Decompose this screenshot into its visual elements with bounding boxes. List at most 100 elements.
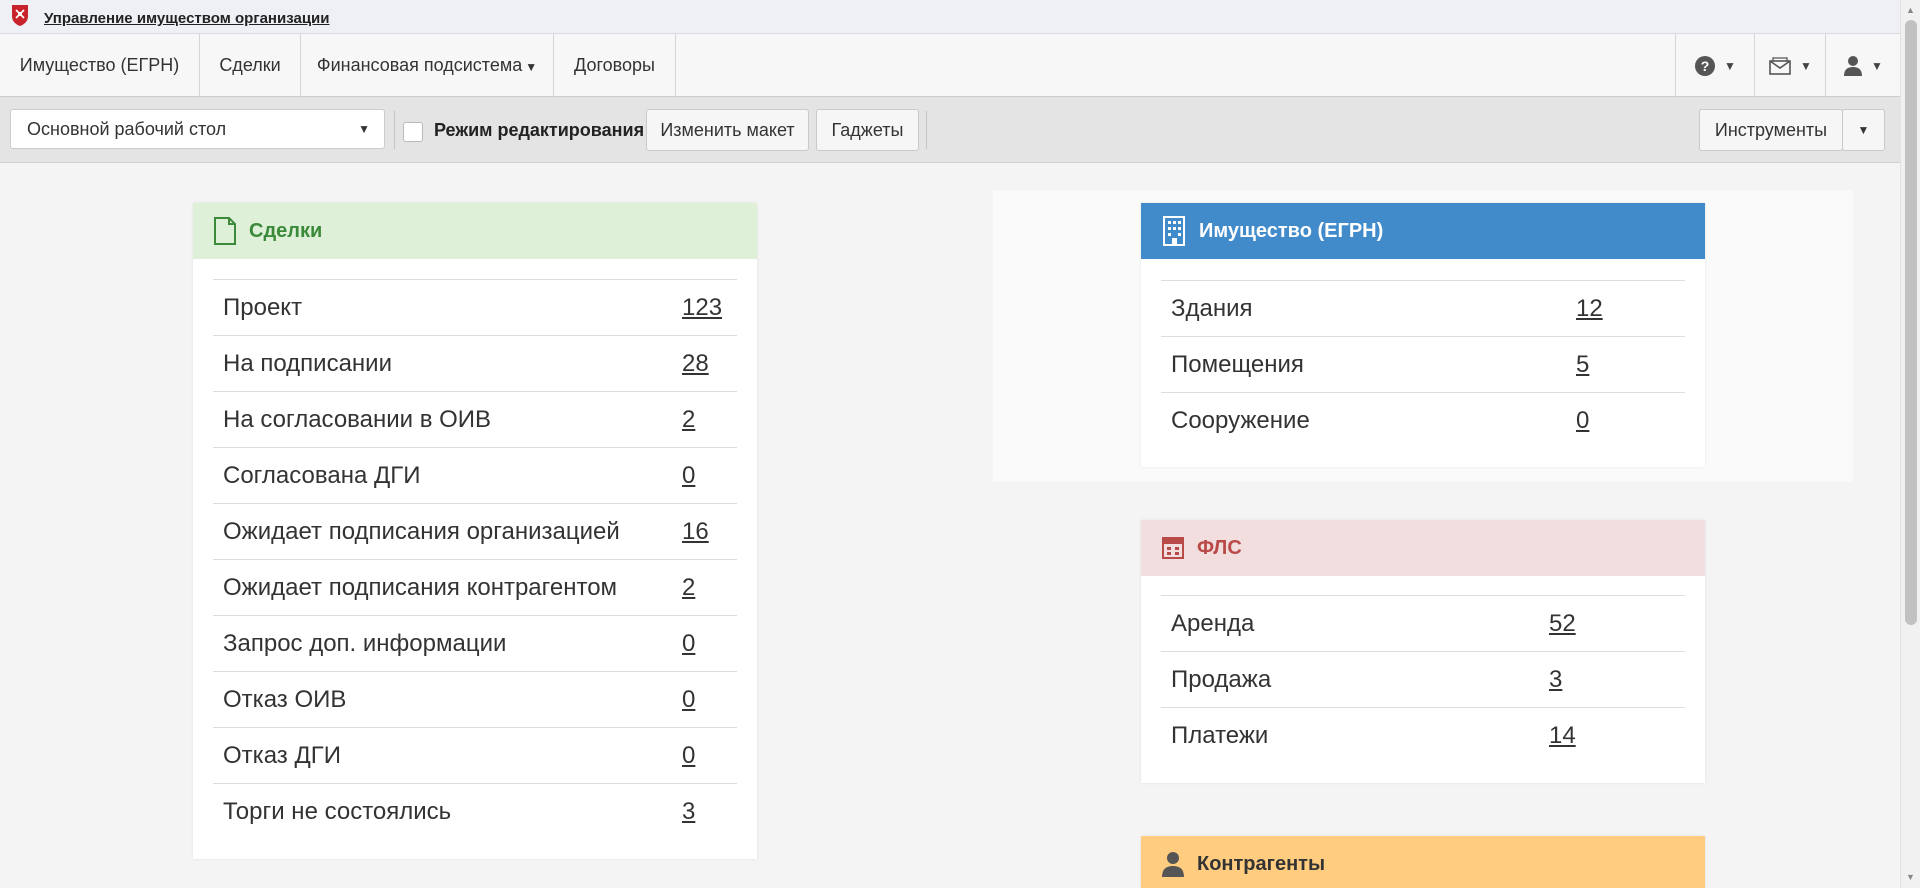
list-item-count-link[interactable]: 52 (1549, 610, 1576, 638)
list-item-label: Аренда (1171, 610, 1255, 637)
desktop-select[interactable]: Основной рабочий стол ▼ (10, 109, 385, 149)
list-item: Проект 123 (213, 279, 737, 335)
fls-gadget: ФЛС Аренда 52 Продажа 3 Платежи 14 (1141, 520, 1705, 783)
list-item-count-link[interactable]: 2 (682, 574, 695, 602)
list-item-count-link[interactable]: 14 (1549, 722, 1576, 750)
deals-gadget-header: Сделки (193, 203, 757, 259)
caret-down-icon: ▼ (1871, 58, 1883, 73)
document-icon (214, 217, 236, 245)
list-item-label: Торги не состоялись (223, 798, 452, 825)
list-item-count-link[interactable]: 3 (1549, 666, 1562, 694)
list-item: Согласована ДГИ 0 (213, 447, 737, 503)
help-menu-button[interactable]: ? ▼ (1675, 34, 1754, 97)
desktop-select-value: Основной рабочий стол (27, 119, 227, 139)
nav-item-label: Имущество (ЕГРН) (19, 55, 180, 75)
list-item: Торги не состоялись 3 (213, 783, 737, 839)
list-item-label: На подписании (223, 350, 392, 377)
tools-button[interactable]: Инструменты (1699, 109, 1843, 151)
fls-gadget-header: ФЛС (1141, 520, 1705, 576)
svg-text:?: ? (1701, 58, 1710, 74)
app-title-link[interactable]: Управление имуществом организации (44, 10, 329, 27)
caret-down-icon: ▼ (1724, 58, 1736, 73)
property-gadget: Имущество (ЕГРН) Здания 12 Помещения 5 Соору… (1141, 203, 1705, 467)
nav-item-deals[interactable]: Сделки (200, 34, 301, 97)
nav-item-contracts[interactable]: Договоры (554, 34, 676, 97)
fls-list: Аренда 52 Продажа 3 Платежи 14 (1161, 595, 1685, 763)
list-item-label: Помещения (1171, 351, 1304, 378)
caret-down-icon: ▼ (525, 60, 538, 74)
nav-item-label: Сделки (219, 55, 281, 75)
list-item-label: Проект (223, 294, 303, 321)
list-item-label: Ожидает подписания организацией (223, 518, 620, 545)
caret-down-icon: ▼ (1857, 123, 1870, 137)
deals-gadget-title: Сделки (249, 219, 323, 242)
nav-item-property[interactable]: Имущество (ЕГРН) (0, 34, 200, 97)
list-item: Платежи 14 (1161, 707, 1685, 763)
toolbar-divider (926, 111, 927, 149)
list-item-label: На согласовании в ОИВ (223, 406, 492, 433)
property-gadget-header: Имущество (ЕГРН) (1141, 203, 1705, 259)
nav-item-label: Финансовая подсистема (316, 55, 523, 75)
change-layout-button[interactable]: Изменить макет (646, 109, 809, 151)
tools-dropdown-button[interactable]: ▼ (1842, 109, 1885, 151)
list-item-count-link[interactable]: 0 (682, 630, 695, 658)
messages-menu-button[interactable]: ▼ (1754, 34, 1825, 97)
list-item: Запрос доп. информации 0 (213, 615, 737, 671)
list-item-count-link[interactable]: 0 (1576, 407, 1589, 435)
list-item-label: Продажа (1171, 666, 1272, 693)
list-item-count-link[interactable]: 28 (682, 350, 709, 378)
help-icon: ? (1695, 55, 1716, 76)
fls-gadget-title: ФЛС (1197, 536, 1242, 559)
list-item-label: Запрос доп. информации (223, 630, 507, 657)
list-item: Отказ ДГИ 0 (213, 727, 737, 783)
caret-down-icon: ▼ (358, 122, 370, 136)
toolbar-divider (394, 111, 395, 149)
edit-mode-label: Режим редактирования (434, 120, 645, 140)
vertical-scrollbar[interactable]: ▲ ▼ (1900, 0, 1920, 888)
app-logo-icon (12, 5, 28, 26)
list-item-count-link[interactable]: 0 (682, 462, 695, 490)
gadgets-button[interactable]: Гаджеты (816, 109, 919, 151)
scroll-down-icon[interactable]: ▼ (1906, 872, 1915, 882)
calculator-icon (1162, 537, 1184, 559)
list-item-count-link[interactable]: 3 (682, 798, 695, 826)
list-item: На согласовании в ОИВ 2 (213, 391, 737, 447)
list-item: Сооружение 0 (1161, 392, 1685, 448)
list-item: Помещения 5 (1161, 336, 1685, 392)
scrollbar-thumb[interactable] (1905, 20, 1917, 625)
user-icon (1162, 852, 1184, 877)
property-list: Здания 12 Помещения 5 Сооружение 0 (1161, 280, 1685, 448)
scroll-up-icon[interactable]: ▲ (1906, 5, 1915, 15)
list-item-count-link[interactable]: 5 (1576, 351, 1589, 379)
list-item: Здания 12 (1161, 280, 1685, 336)
list-item-count-link[interactable]: 0 (682, 742, 695, 770)
deals-list: Проект 123 На подписании 28 На согласовании … (213, 279, 737, 839)
property-gadget-title: Имущество (ЕГРН) (1199, 219, 1384, 242)
list-item: Продажа 3 (1161, 651, 1685, 707)
list-item: Отказ ОИВ 0 (213, 671, 737, 727)
list-item-label: Отказ ДГИ (223, 742, 341, 769)
desktop-toolbar: Основной рабочий стол ▼ (0, 97, 1900, 163)
list-item: Ожидает подписания контрагентом 2 (213, 559, 737, 615)
list-item-label: Платежи (1171, 722, 1269, 749)
list-item-label: Согласована ДГИ (223, 462, 421, 489)
list-item-count-link[interactable]: 123 (682, 294, 722, 322)
contractors-gadget-title: Контрагенты (1197, 852, 1326, 875)
list-item-count-link[interactable]: 12 (1576, 295, 1603, 323)
list-item: Ожидает подписания организацией 16 (213, 503, 737, 559)
list-item: Аренда 52 (1161, 595, 1685, 651)
user-menu-button[interactable]: ▼ (1825, 34, 1900, 97)
list-item-label: Отказ ОИВ (223, 686, 347, 713)
list-item: На подписании 28 (213, 335, 737, 391)
list-item-count-link[interactable]: 2 (682, 406, 695, 434)
list-item-label: Сооружение (1171, 407, 1310, 434)
list-item-count-link[interactable]: 16 (682, 518, 709, 546)
building-icon (1163, 216, 1185, 246)
nav-item-finance[interactable]: Финансовая подсистема ▼ (301, 34, 554, 97)
contractors-gadget-header: Контрагенты (1141, 836, 1705, 888)
list-item-count-link[interactable]: 0 (682, 686, 695, 714)
envelope-icon (1769, 56, 1791, 75)
main-navbar: Имущество (ЕГРН) Сделки Финансовая подси… (0, 34, 1900, 97)
edit-mode-checkbox[interactable] (403, 122, 423, 142)
list-item-label: Ожидает подписания контрагентом (223, 574, 618, 601)
